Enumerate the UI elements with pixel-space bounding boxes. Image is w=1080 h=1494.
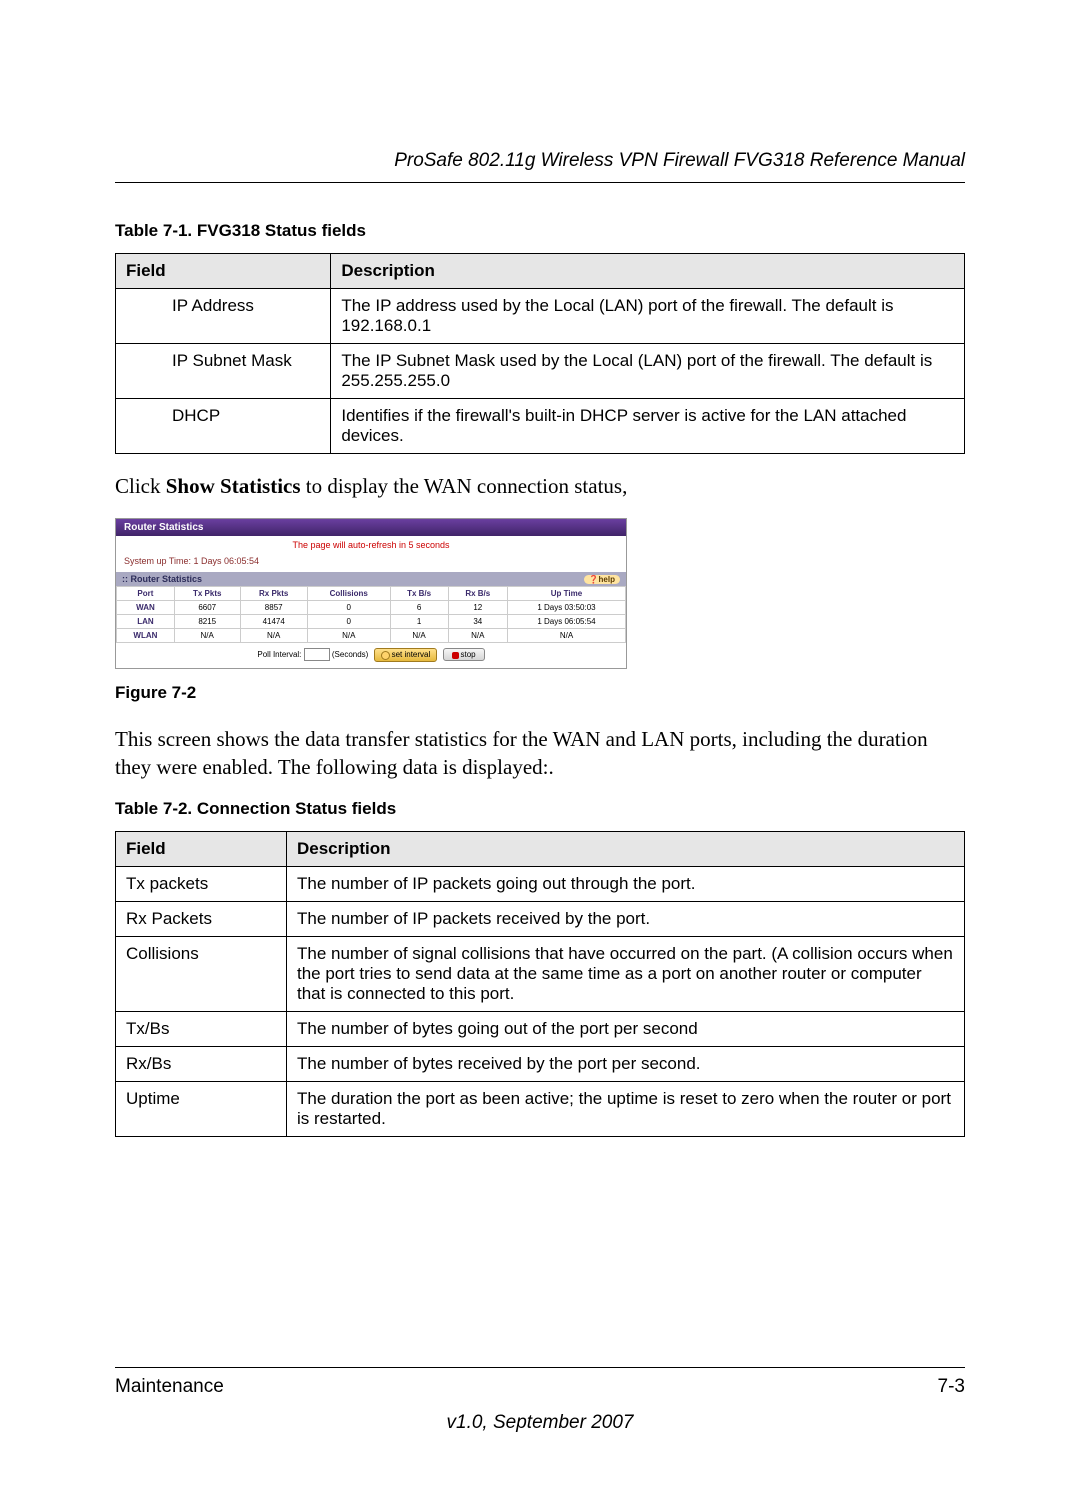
field-name: Uptime xyxy=(116,1082,287,1137)
panel-subheader: :: Router Statistics ❓help xyxy=(116,572,626,586)
cell: N/A xyxy=(174,629,240,643)
paragraph-data-transfer: This screen shows the data transfer stat… xyxy=(115,725,965,782)
field-desc: The number of bytes going out of the por… xyxy=(287,1012,965,1047)
field-name: Collisions xyxy=(116,937,287,1012)
table2-caption: Table 7-2. Connection Status fields xyxy=(115,799,965,819)
footer-version: v1.0, September 2007 xyxy=(115,1412,965,1434)
cell: 1 Days 06:05:54 xyxy=(508,615,626,629)
field-desc: The IP Subnet Mask used by the Local (LA… xyxy=(331,344,965,399)
panel-title: Router Statistics xyxy=(116,519,626,536)
field-name: Tx packets xyxy=(116,867,287,902)
connection-status-table: Field Description Tx packets The number … xyxy=(115,831,965,1137)
system-uptime: System up Time: 1 Days 06:05:54 xyxy=(116,554,626,572)
status-fields-table: Field Description IP Address The IP addr… xyxy=(115,253,965,454)
field-desc: The duration the port as been active; th… xyxy=(287,1082,965,1137)
text-fragment: Click xyxy=(115,474,166,498)
col-port: Port xyxy=(117,587,175,601)
figure-caption: Figure 7-2 xyxy=(115,683,965,703)
th-desc: Description xyxy=(287,832,965,867)
table-row: Rx Packets The number of IP packets rece… xyxy=(116,902,965,937)
text-fragment: to display the WAN connection status, xyxy=(301,474,628,498)
field-name: IP Address xyxy=(162,289,331,344)
field-desc: The number of IP packets received by the… xyxy=(287,902,965,937)
th-field: Field xyxy=(116,254,331,289)
router-statistics-panel: Router Statistics The page will auto-ref… xyxy=(115,518,627,668)
field-name: Tx/Bs xyxy=(116,1012,287,1047)
field-name: DHCP xyxy=(162,399,331,454)
table-row: Tx/Bs The number of bytes going out of t… xyxy=(116,1012,965,1047)
col-rxpkts: Rx Pkts xyxy=(240,587,307,601)
cell: 0 xyxy=(307,601,390,615)
stats-row: WLAN N/A N/A N/A N/A N/A N/A xyxy=(117,629,626,643)
field-desc: The IP address used by the Local (LAN) p… xyxy=(331,289,965,344)
set-interval-button[interactable]: set interval xyxy=(374,648,438,661)
poll-interval-input[interactable] xyxy=(304,648,330,661)
cell: 0 xyxy=(307,615,390,629)
cell: 8857 xyxy=(240,601,307,615)
cell-port: LAN xyxy=(117,615,175,629)
statistics-table: Port Tx Pkts Rx Pkts Collisions Tx B/s R… xyxy=(116,586,626,643)
table-row: Uptime The duration the port as been act… xyxy=(116,1082,965,1137)
cell: 1 Days 03:50:03 xyxy=(508,601,626,615)
col-txbs: Tx B/s xyxy=(390,587,448,601)
running-header: ProSafe 802.11g Wireless VPN Firewall FV… xyxy=(115,150,965,183)
field-name: IP Subnet Mask xyxy=(162,344,331,399)
field-desc: The number of bytes received by the port… xyxy=(287,1047,965,1082)
subheader-text: Router Statistics xyxy=(131,574,203,584)
field-desc: The number of IP packets going out throu… xyxy=(287,867,965,902)
cell: 41474 xyxy=(240,615,307,629)
cell-port: WAN xyxy=(117,601,175,615)
col-txpkts: Tx Pkts xyxy=(174,587,240,601)
cell: N/A xyxy=(390,629,448,643)
stats-row: LAN 8215 41474 0 1 34 1 Days 06:05:54 xyxy=(117,615,626,629)
cell: 6607 xyxy=(174,601,240,615)
table1-caption: Table 7-1. FVG318 Status fields xyxy=(115,221,965,241)
paragraph-show-statistics: Click Show Statistics to display the WAN… xyxy=(115,472,965,500)
col-collisions: Collisions xyxy=(307,587,390,601)
field-desc: Identifies if the firewall's built-in DH… xyxy=(331,399,965,454)
table-row: IP Subnet Mask The IP Subnet Mask used b… xyxy=(116,344,965,399)
poll-label: Poll Interval: xyxy=(257,650,301,659)
footer-section: Maintenance xyxy=(115,1376,224,1398)
table-row: Tx packets The number of IP packets goin… xyxy=(116,867,965,902)
poll-controls: Poll Interval: (Seconds) set interval st… xyxy=(116,643,626,667)
cell: N/A xyxy=(240,629,307,643)
text-strong: Show Statistics xyxy=(166,474,301,498)
stop-button[interactable]: stop xyxy=(443,648,485,661)
stop-icon xyxy=(452,652,459,659)
table-row: DHCP Identifies if the firewall's built-… xyxy=(116,399,965,454)
field-name: Rx/Bs xyxy=(116,1047,287,1082)
table-row: Rx/Bs The number of bytes received by th… xyxy=(116,1047,965,1082)
footer: Maintenance 7-3 v1.0, September 2007 xyxy=(115,1367,965,1434)
cell-port: WLAN xyxy=(117,629,175,643)
footer-page: 7-3 xyxy=(938,1376,965,1398)
cell: N/A xyxy=(307,629,390,643)
cell: N/A xyxy=(448,629,507,643)
reload-icon xyxy=(381,651,390,660)
help-button[interactable]: ❓help xyxy=(584,575,620,584)
th-desc: Description xyxy=(331,254,965,289)
poll-unit: (Seconds) xyxy=(332,650,368,659)
cell: 8215 xyxy=(174,615,240,629)
auto-refresh-message: The page will auto-refresh in 5 seconds xyxy=(116,536,626,554)
cell: 6 xyxy=(390,601,448,615)
col-uptime: Up Time xyxy=(508,587,626,601)
cell: 34 xyxy=(448,615,507,629)
th-field: Field xyxy=(116,832,287,867)
field-desc: The number of signal collisions that hav… xyxy=(287,937,965,1012)
cell: 1 xyxy=(390,615,448,629)
stats-row: WAN 6607 8857 0 6 12 1 Days 03:50:03 xyxy=(117,601,626,615)
cell: N/A xyxy=(508,629,626,643)
table-row: Collisions The number of signal collisio… xyxy=(116,937,965,1012)
table-row: IP Address The IP address used by the Lo… xyxy=(116,289,965,344)
cell: 12 xyxy=(448,601,507,615)
field-name: Rx Packets xyxy=(116,902,287,937)
col-rxbs: Rx B/s xyxy=(448,587,507,601)
